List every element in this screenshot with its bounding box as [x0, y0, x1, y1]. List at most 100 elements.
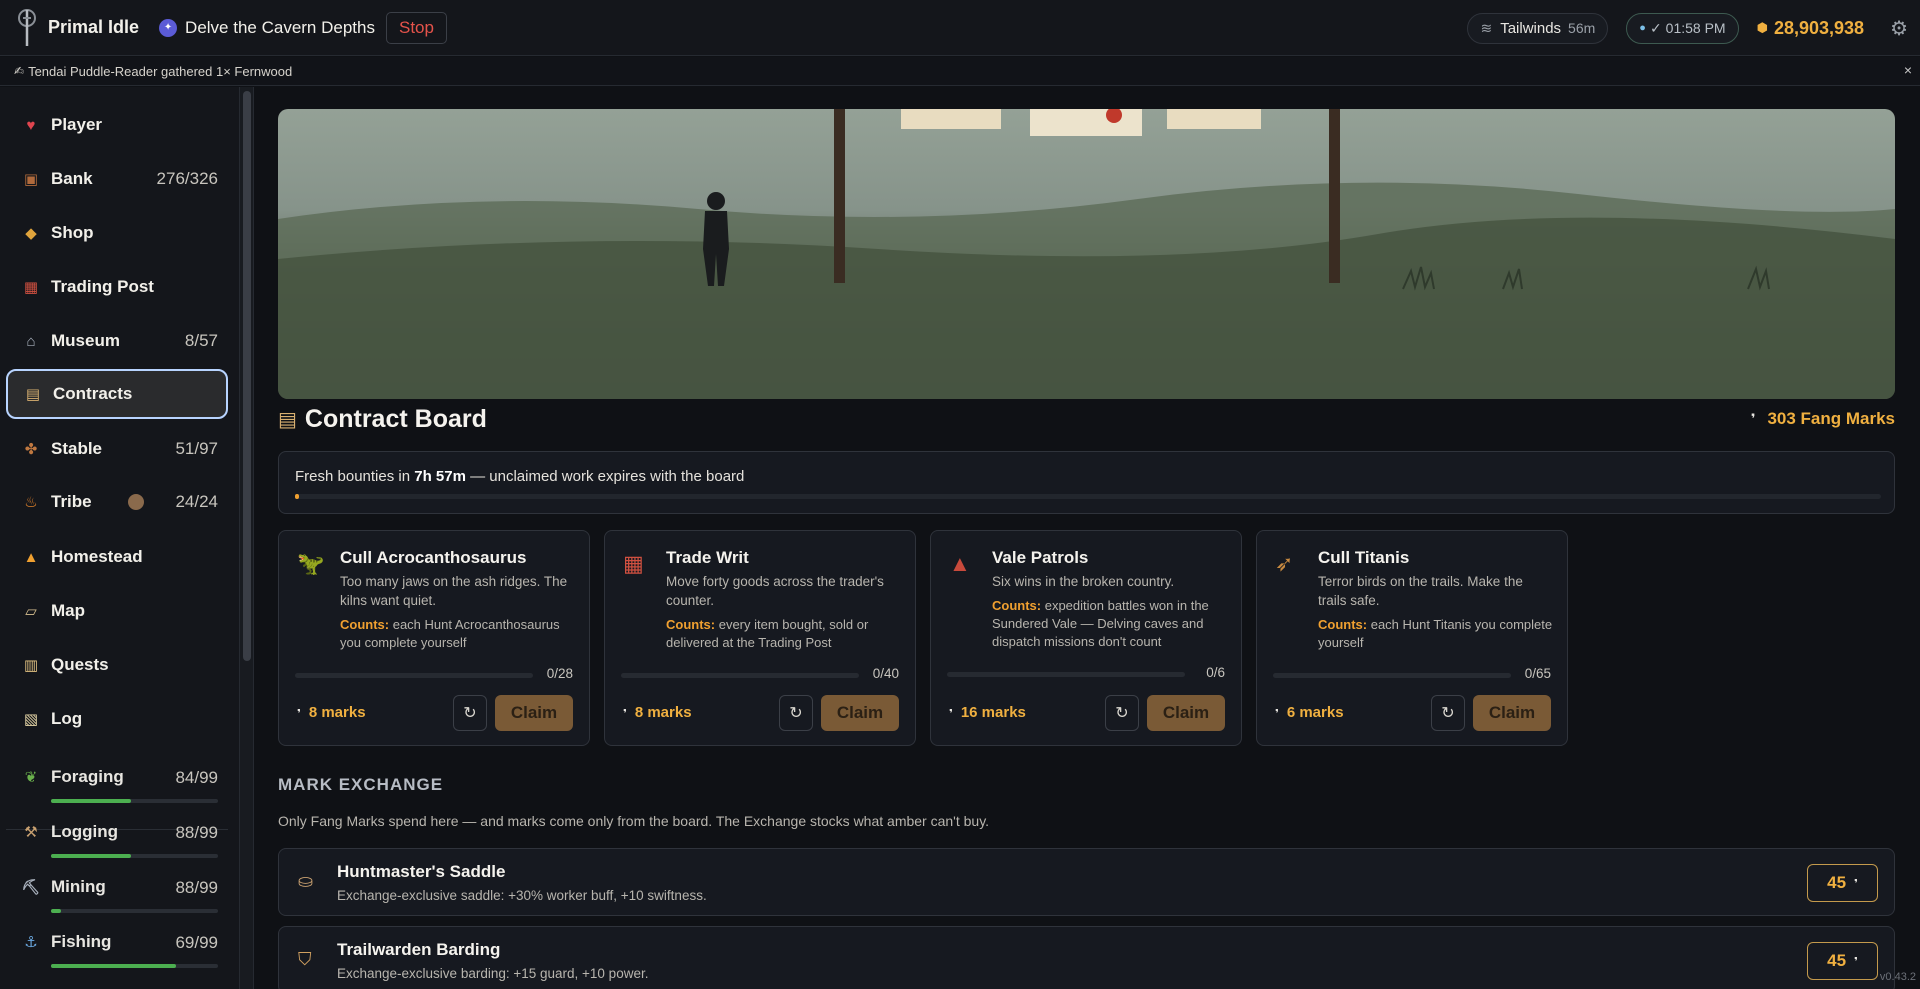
exchange-item: ⛀ Huntmaster's Saddle Exchange-exclusive…	[278, 848, 1895, 916]
reroll-button[interactable]: ↻	[453, 695, 487, 731]
app-title: Primal Idle	[48, 17, 140, 37]
exchange-item: ⛉ Trailwarden Barding Exchange-exclusive…	[278, 926, 1895, 989]
skill-progress-bar	[51, 799, 218, 803]
sidebar-item-map[interactable]: ▱ Map	[6, 586, 228, 636]
section-heading: MARK EXCHANGE	[278, 775, 444, 794]
contract-progress: 0/28	[546, 666, 573, 681]
signboard-icon: ▤	[278, 408, 297, 431]
sidebar: ♥ Player ▣ Bank 276/326 ◆ Shop ▦ Trading…	[0, 87, 240, 989]
reroll-button[interactable]: ↻	[779, 695, 813, 731]
sidebar-item-homestead[interactable]: ▲ Homestead	[6, 532, 228, 582]
bounty-progress-bar	[295, 494, 1881, 499]
refresh-icon: ↻	[463, 705, 477, 722]
activity-icon: ✦	[159, 18, 178, 37]
gear-icon[interactable]: ⚙	[1890, 16, 1908, 41]
skill-fishing[interactable]: ⚓ Fishing 69/99	[6, 927, 228, 982]
sidebar-item-log[interactable]: ▧ Log	[6, 694, 228, 744]
contract-progress: 0/40	[872, 666, 899, 681]
sidebar-item-count: 276/326	[156, 169, 218, 188]
heart-icon: ♥	[26, 116, 36, 134]
exchange-item-description: Exchange-exclusive saddle: +30% worker b…	[337, 888, 707, 903]
price-amount: 45	[1827, 873, 1847, 892]
skill-progress-fill	[51, 964, 177, 968]
app-logo[interactable]: Primal Idle	[12, 8, 139, 48]
contract-progress-bar	[947, 672, 1185, 677]
sidebar-item-stable[interactable]: ✤ Stable 51/97	[6, 424, 228, 474]
contract-progress-bar	[295, 673, 533, 678]
weather-pill[interactable]: ≋ Tailwinds 56m	[1467, 12, 1609, 44]
contract-progress: 0/65	[1524, 666, 1551, 681]
sidebar-item-label: Museum	[51, 331, 120, 350]
sidebar-scrollbar-thumb[interactable]	[243, 91, 251, 661]
fire-icon: ♨	[24, 494, 38, 511]
buy-button[interactable]: 45 ❜	[1807, 942, 1878, 980]
sidebar-item-label: Trading Post	[51, 277, 154, 296]
close-icon[interactable]: ×	[1904, 62, 1912, 78]
contract-progress-bar	[621, 673, 859, 678]
claim-button[interactable]: Claim	[1147, 695, 1225, 731]
clock-pill[interactable]: ● ✓ 01:58 PM	[1626, 12, 1739, 44]
sidebar-item-label: Contracts	[53, 384, 133, 403]
contract-description: Move forty goods across the trader's cou…	[666, 574, 884, 608]
sidebar-item-count: 8/57	[184, 331, 218, 350]
clock-time: 01:58 PM	[1665, 20, 1726, 36]
check-icon: ✓	[1649, 19, 1662, 36]
reward-text: 6 marks	[1286, 704, 1344, 721]
reward-text: 8 marks	[634, 704, 692, 721]
scroll-icon: ▧	[23, 711, 39, 728]
sidebar-item-player[interactable]: ♥ Player	[6, 100, 228, 150]
skill-progress-fill	[51, 799, 132, 803]
contract-counts: Counts: every item bought, sold or deliv…	[666, 616, 902, 652]
stop-button[interactable]: Stop	[385, 11, 447, 44]
sidebar-item-label: Stable	[51, 439, 103, 458]
version-label: v0.43.2	[1879, 971, 1916, 983]
fang-icon: ❜	[1750, 411, 1756, 426]
sidebar-scrollbar[interactable]	[240, 87, 254, 989]
bounty-prefix: Fresh bounties in	[295, 468, 415, 485]
museum-icon: ⌂	[26, 332, 36, 350]
contract-reward: ❜ 8 marks	[297, 704, 366, 721]
bounty-time: 7h 57m	[414, 468, 466, 485]
claim-button[interactable]: Claim	[1473, 695, 1551, 731]
claim-button[interactable]: Claim	[821, 695, 899, 731]
chest-icon: ▣	[23, 171, 39, 188]
main-content: ▤ Contract Board ❜ 303 Fang Marks Fresh …	[256, 87, 1920, 989]
skill-logging[interactable]: ⚒ Logging 88/99	[6, 817, 228, 872]
stall-icon: ▦	[23, 279, 39, 296]
sidebar-item-trading-post[interactable]: ▦ Trading Post	[6, 262, 228, 312]
contract-reward: ❜ 8 marks	[623, 704, 692, 721]
contract-counts: Counts: expedition battles won in the Su…	[992, 597, 1228, 651]
skill-progress-bar	[51, 964, 218, 968]
sidebar-item-tribe[interactable]: ♨ Tribe 24/24	[6, 477, 228, 527]
skill-label: Mining	[51, 877, 106, 896]
sidebar-item-contracts[interactable]: ▤ Contracts	[6, 369, 228, 419]
barding-icon: ⛉	[298, 949, 312, 969]
reroll-button[interactable]: ↻	[1431, 695, 1465, 731]
contract-progress-bar	[1273, 673, 1511, 678]
sidebar-item-label: Tribe	[51, 492, 92, 511]
reroll-button[interactable]: ↻	[1105, 695, 1139, 731]
top-bar: Primal Idle ✦ Delve the Cavern Depths St…	[0, 0, 1920, 56]
sidebar-item-quests[interactable]: ▥ Quests	[6, 640, 228, 690]
skill-foraging[interactable]: ❦ Foraging 84/99	[6, 762, 228, 817]
bounty-suffix: — unclaimed work expires with the board	[465, 468, 745, 485]
exchange-item-description: Exchange-exclusive barding: +15 guard, +…	[337, 966, 649, 981]
notification-text: Tendai Puddle-Reader gathered 1× Fernwoo…	[28, 63, 293, 79]
skill-progress-bar	[51, 854, 218, 858]
current-activity: ✦ Delve the Cavern Depths Stop	[159, 11, 447, 44]
claim-button[interactable]: Claim	[495, 695, 573, 731]
leaf-icon: ❦	[24, 769, 38, 786]
sidebar-item-bank[interactable]: ▣ Bank 276/326	[6, 154, 228, 204]
fang-icon: ❜	[1275, 708, 1279, 720]
contract-title: Cull Acrocanthosaurus	[340, 548, 527, 567]
hand-icon: ✍	[14, 64, 25, 78]
amber-icon: ⬢	[1756, 20, 1768, 35]
sidebar-item-museum[interactable]: ⌂ Museum 8/57	[6, 316, 228, 366]
buy-button[interactable]: 45 ❜	[1807, 864, 1878, 902]
amber-amount: 28,903,938	[1773, 17, 1865, 38]
skill-mining[interactable]: ⛏ Mining 88/99	[6, 872, 228, 927]
sidebar-item-shop[interactable]: ◆ Shop	[6, 208, 228, 258]
contract-card: 🦖 Cull Acrocanthosaurus Too many jaws on…	[278, 530, 590, 746]
bounty-progress-fill	[295, 494, 299, 499]
fang-icon: ❜	[297, 708, 301, 720]
